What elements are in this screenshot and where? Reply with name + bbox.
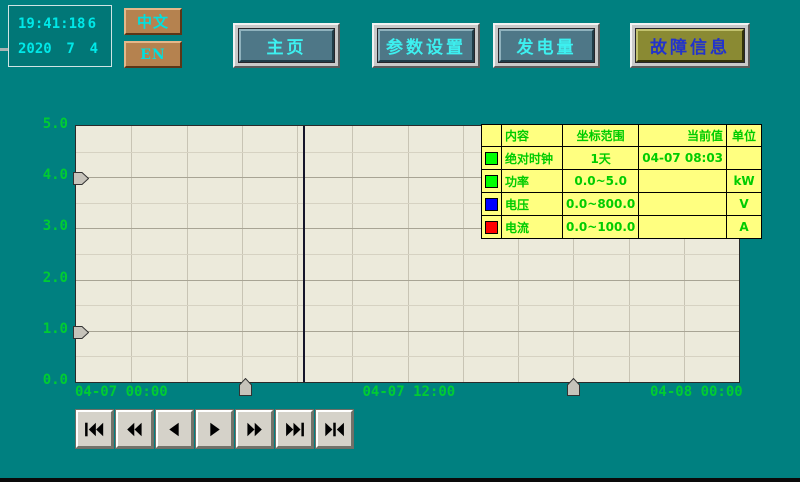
bottom-edge	[0, 478, 800, 482]
legend-swatch-cell	[482, 216, 502, 239]
step-forward-icon	[203, 422, 226, 437]
nav-button-label: 发电量	[499, 29, 594, 62]
legend-unit-cell: V	[727, 193, 762, 216]
legend-name-cell: 绝对时钟	[502, 147, 563, 170]
jump-to-cursor-icon	[323, 422, 346, 437]
legend-row: 电压0.0~800.0 V	[482, 193, 762, 216]
legend-swatch-cell	[482, 193, 502, 216]
fast-rewind-icon	[123, 422, 146, 437]
legend-header-row: 内容坐标范围当前值单位	[482, 125, 762, 147]
legend-value-cell: 04-07 08:03	[639, 147, 727, 170]
legend-head: 内容坐标范围当前值单位	[482, 125, 762, 147]
left-edge-tick	[0, 48, 8, 51]
y-axis-slider-handle[interactable]	[73, 170, 89, 189]
x-axis-slider-handle[interactable]	[239, 378, 252, 400]
series-color-swatch	[485, 152, 498, 165]
nav-button-label: 主页	[239, 29, 334, 62]
y-axis-slider-handle[interactable]	[73, 324, 89, 343]
step-back-icon	[163, 422, 186, 437]
y-axis-tick-label: 5.0	[26, 117, 68, 132]
clock-day: 4	[90, 41, 98, 57]
series-color-swatch	[485, 175, 498, 188]
language-chinese-button[interactable]: 中文	[124, 8, 182, 35]
x-axis-tick-label: 04-07 00:00	[75, 384, 168, 400]
skip-to-end-button[interactable]	[276, 410, 313, 448]
legend-row: 功率0.0~5.0 kW	[482, 170, 762, 193]
skip-to-start-icon	[83, 422, 106, 437]
playback-toolbar	[76, 410, 353, 448]
y-axis-tick-label: 0.0	[26, 373, 68, 388]
legend-swatch-cell	[482, 170, 502, 193]
legend-swatch-cell	[482, 147, 502, 170]
clock-date-row: 2020 7 4	[18, 41, 102, 57]
nav-button-parameter-settings[interactable]: 参数设置	[372, 23, 480, 68]
legend-row: 电流0.0~100.0 A	[482, 216, 762, 239]
legend-range-cell: 0.0~5.0	[563, 170, 639, 193]
y-axis-tick-label: 4.0	[26, 168, 68, 183]
jump-to-cursor-button[interactable]	[316, 410, 353, 448]
legend-name-cell: 功率	[502, 170, 563, 193]
clock-year: 2020	[18, 41, 52, 57]
horizontal-gridline	[76, 331, 739, 332]
legend-body: 绝对时钟1天04-07 08:03功率0.0~5.0kW电压0.0~800.0V…	[482, 147, 762, 239]
x-axis-slider-handle[interactable]	[567, 378, 580, 400]
legend-row: 绝对时钟1天04-07 08:03	[482, 147, 762, 170]
legend-range-cell: 0.0~800.0	[563, 193, 639, 216]
clock-display: 19:41:18 6 2020 7 4	[8, 5, 112, 67]
legend-range-cell: 1天	[563, 147, 639, 170]
series-color-swatch	[485, 221, 498, 234]
legend-range-cell: 0.0~100.0	[563, 216, 639, 239]
clock-time-row: 19:41:18 6	[18, 16, 102, 32]
legend-header-cell: 内容	[502, 125, 563, 147]
legend-table: 内容坐标范围当前值单位 绝对时钟1天04-07 08:03功率0.0~5.0kW…	[481, 124, 762, 239]
legend-header-cell: 当前值	[639, 125, 727, 147]
x-axis-tick-label: 04-07 12:00	[363, 384, 456, 400]
skip-to-end-icon	[283, 422, 306, 437]
legend-value-cell	[639, 170, 727, 193]
step-forward-button[interactable]	[196, 410, 233, 448]
fast-forward-button[interactable]	[236, 410, 273, 448]
nav-button-home[interactable]: 主页	[233, 23, 340, 68]
legend-value-cell	[639, 216, 727, 239]
horizontal-gridline	[76, 305, 739, 306]
legend-name-cell: 电压	[502, 193, 563, 216]
clock-time: 19:41:18	[18, 16, 85, 32]
clock-month: 7	[66, 41, 74, 57]
series-color-swatch	[485, 198, 498, 211]
fast-forward-icon	[243, 422, 266, 437]
legend-swatch-header	[482, 125, 502, 147]
nav-button-power-generation[interactable]: 发电量	[493, 23, 600, 68]
y-axis-tick-label: 3.0	[26, 219, 68, 234]
horizontal-gridline	[76, 254, 739, 255]
nav-button-fault-info[interactable]: 故障信息	[630, 23, 750, 68]
fast-rewind-button[interactable]	[116, 410, 153, 448]
legend-header-cell: 单位	[727, 125, 762, 147]
legend-value-cell	[639, 193, 727, 216]
nav-button-label: 参数设置	[378, 29, 474, 62]
hmi-screen: 19:41:18 6 2020 7 4 中文 EN 主页参数设置发电量故障信息 …	[0, 0, 800, 482]
legend-header-cell: 坐标范围	[563, 125, 639, 147]
horizontal-gridline	[76, 280, 739, 281]
clock-weekday: 6	[88, 16, 96, 32]
legend-unit-cell	[727, 147, 762, 170]
horizontal-gridline	[76, 356, 739, 357]
y-axis-tick-label: 2.0	[26, 271, 68, 286]
legend-name-cell: 电流	[502, 216, 563, 239]
legend-unit-cell: kW	[727, 170, 762, 193]
language-english-button[interactable]: EN	[124, 41, 182, 68]
x-axis-tick-label: 04-08 00:00	[650, 384, 743, 400]
skip-to-start-button[interactable]	[76, 410, 113, 448]
trend-cursor-line[interactable]	[303, 126, 305, 382]
y-axis-tick-label: 1.0	[26, 322, 68, 337]
nav-button-label: 故障信息	[636, 29, 744, 62]
legend-unit-cell: A	[727, 216, 762, 239]
step-back-button[interactable]	[156, 410, 193, 448]
